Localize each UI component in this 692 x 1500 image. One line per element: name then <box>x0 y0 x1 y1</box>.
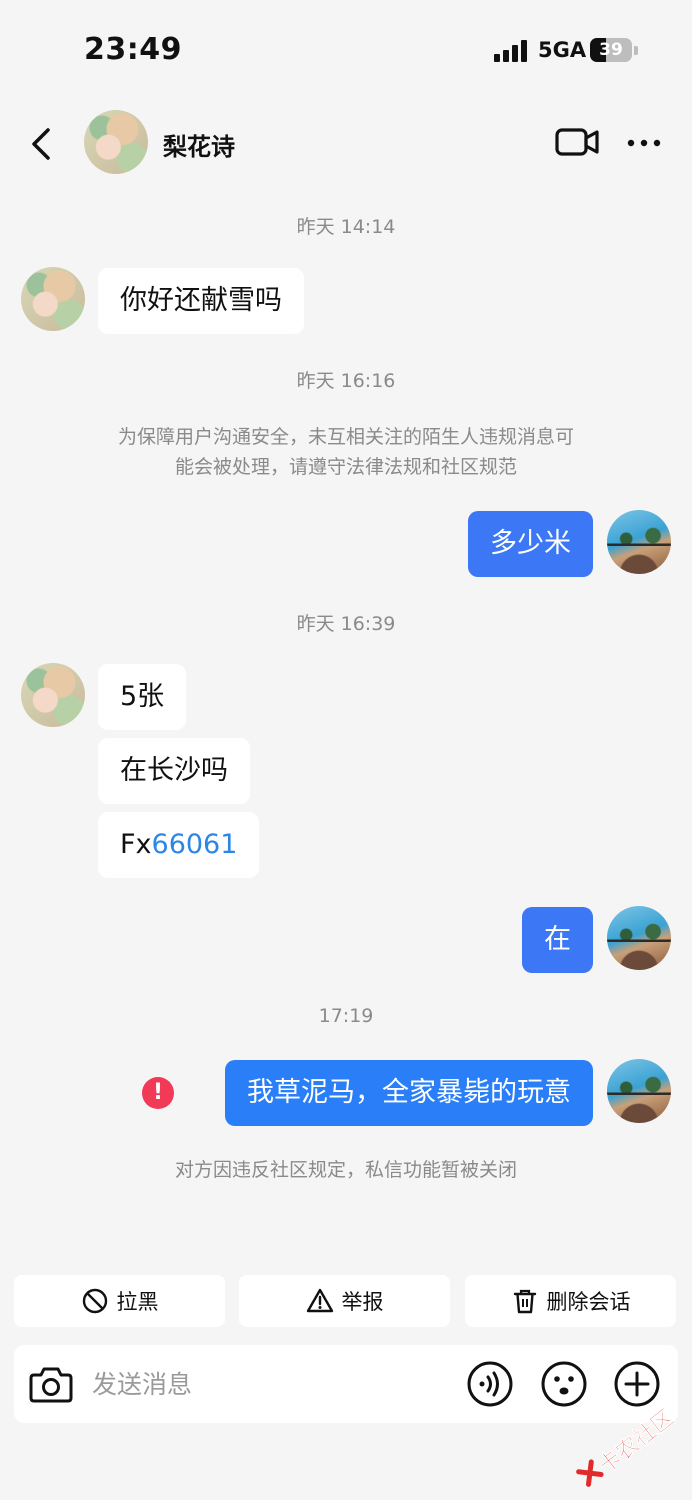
message-timestamp: 昨天 16:39 <box>296 613 396 635</box>
block-icon <box>82 1288 107 1314</box>
delete-label: 删除会话 <box>546 1290 631 1314</box>
battery-tip <box>634 46 638 55</box>
my-avatar[interactable] <box>607 1059 671 1123</box>
contact-avatar[interactable] <box>84 110 148 174</box>
contact-avatar[interactable] <box>21 267 85 331</box>
chat-header: 梨花诗 <box>0 100 692 184</box>
battery-icon: 39 <box>590 38 632 62</box>
status-time: 23:49 <box>84 32 182 67</box>
incoming-message[interactable]: 5张 <box>98 664 187 730</box>
safety-notice-line: 为保障用户沟通安全，未互相关注的陌生人违规消息可 <box>117 426 574 448</box>
message-text: Fx <box>120 829 152 860</box>
video-call-icon[interactable] <box>554 124 600 160</box>
camera-icon[interactable] <box>28 1362 74 1406</box>
outgoing-message[interactable]: 多少米 <box>468 511 593 577</box>
trash-icon <box>513 1289 536 1314</box>
outgoing-message-failed[interactable]: 我草泥马，全家暴毙的玩意 <box>225 1060 593 1126</box>
watermark-text: 卡农社区 <box>594 1405 680 1480</box>
warning-icon <box>306 1288 333 1313</box>
voice-icon[interactable] <box>466 1360 514 1408</box>
more-icon[interactable] <box>624 128 664 158</box>
incoming-message[interactable]: 在长沙吗 <box>98 738 250 804</box>
signal-icon <box>494 40 530 62</box>
send-failed-icon[interactable]: ! <box>142 1077 174 1109</box>
my-avatar[interactable] <box>607 906 671 970</box>
message-timestamp: 昨天 16:16 <box>296 370 396 392</box>
incoming-message[interactable]: 你好还献雪吗 <box>98 268 304 334</box>
contact-name[interactable]: 梨花诗 <box>163 127 235 162</box>
report-label: 举报 <box>341 1290 384 1314</box>
safety-notice-line: 能会被处理，请遵守法律法规和社区规范 <box>174 456 517 478</box>
network-type: 5GA <box>538 38 587 62</box>
my-avatar[interactable] <box>607 510 671 574</box>
message-timestamp: 昨天 14:14 <box>296 216 396 238</box>
message-timestamp: 17:19 <box>318 1005 374 1027</box>
contact-avatar[interactable] <box>21 663 85 727</box>
status-bar: 23:49 5GA 39 <box>0 0 692 100</box>
block-button[interactable]: 拉黑 <box>14 1275 225 1327</box>
messaging-closed-notice: 对方因违反社区规定，私信功能暂被关闭 <box>174 1159 517 1181</box>
battery-level: 39 <box>599 40 623 60</box>
message-input[interactable] <box>92 1359 452 1409</box>
incoming-message[interactable]: Fx66061 <box>98 812 260 878</box>
number-link[interactable]: 66061 <box>152 829 238 860</box>
delete-conversation-button[interactable]: 删除会话 <box>465 1275 676 1327</box>
outgoing-message[interactable]: 在 <box>522 907 593 973</box>
report-button[interactable]: 举报 <box>239 1275 450 1327</box>
safety-notice: 为保障用户沟通安全，未互相关注的陌生人违规消息可 能会被处理，请遵守法律法规和社… <box>0 422 692 482</box>
back-icon[interactable] <box>24 124 60 164</box>
block-label: 拉黑 <box>116 1290 159 1314</box>
